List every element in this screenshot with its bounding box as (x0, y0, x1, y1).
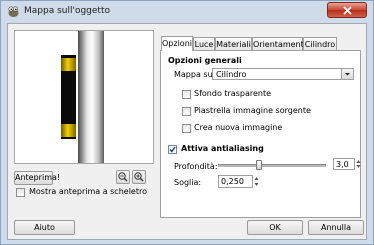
threshold-spinbox[interactable]: 0,250 (218, 175, 253, 188)
threshold-spin-arrows[interactable] (254, 175, 259, 188)
preview-button[interactable]: Anteprima! (14, 171, 60, 185)
cylinder-preview-image (61, 31, 104, 163)
dropdown-button[interactable] (341, 69, 353, 79)
depth-spin-arrows[interactable] (356, 158, 361, 170)
map-to-value: Cilindro (216, 70, 247, 79)
tab-luce[interactable]: Luce (193, 37, 215, 51)
spin-arrows-icon (254, 177, 259, 186)
depth-slider-thumb[interactable] (256, 160, 262, 170)
depth-value: 3,0 (336, 160, 349, 169)
preview-button-label: Anteprima! (15, 173, 61, 182)
help-button-label: Aiuto (34, 223, 55, 232)
wireframe-preview-checkbox[interactable] (16, 188, 25, 197)
close-button[interactable] (327, 2, 367, 18)
tab-opzioni[interactable]: Opzioni (161, 36, 193, 51)
window-title: Mappa sull'oggetto (24, 6, 110, 16)
zoom-in-button[interactable] (132, 170, 146, 184)
threshold-label: Soglia: (174, 178, 202, 187)
gimp-app-icon (8, 6, 19, 17)
antialiasing-label: Attiva antialiasing (181, 144, 264, 153)
create-new-image-label: Crea nuova immagine (194, 123, 283, 132)
transparent-background-label: Sfondo trasparente (194, 89, 272, 98)
cancel-button[interactable]: Annulla (308, 220, 364, 235)
threshold-value: 0,250 (221, 177, 244, 186)
title-bar: Mappa sull'oggetto (1, 1, 373, 22)
antialiasing-checkbox[interactable] (168, 145, 177, 154)
tile-source-image-checkbox[interactable] (182, 107, 191, 116)
zoom-in-icon (134, 172, 144, 182)
tile-source-image-label: Piastrella immagine sorgente (194, 106, 311, 115)
transparent-background-checkbox[interactable] (182, 90, 191, 99)
depth-slider[interactable] (218, 160, 326, 170)
dialog-window: Mappa sull'oggetto Anteprima! Mostra ant… (0, 0, 374, 245)
wireframe-preview-label: Mostra anteprima a scheletro (29, 187, 147, 196)
general-options-heading: Opzioni generali (168, 56, 242, 65)
create-new-image-checkbox[interactable] (182, 124, 191, 133)
depth-label: Profondità: (174, 162, 218, 171)
map-to-label: Mappa su: (174, 70, 216, 79)
map-to-select[interactable]: Cilindro (212, 68, 354, 80)
tab-materiali[interactable]: Materiali (215, 37, 252, 51)
help-button[interactable]: Aiuto (14, 220, 75, 235)
zoom-out-icon (118, 172, 128, 182)
ok-button-label: OK (269, 223, 281, 232)
tab-cilindro[interactable]: Cilindro (303, 37, 337, 51)
checkmark-icon (169, 146, 176, 153)
options-panel: Opzioni generali Mappa su: Cilindro Sfon… (160, 50, 361, 218)
tab-orientamento[interactable]: Orientamento (252, 37, 309, 51)
chevron-down-icon (345, 73, 350, 76)
spin-arrows-icon (356, 160, 361, 168)
depth-spinbox[interactable]: 3,0 (333, 158, 355, 170)
preview-area (14, 30, 154, 164)
ok-button[interactable]: OK (247, 220, 303, 235)
dialog-client-area: Anteprima! Mostra anteprima a scheletro … (7, 23, 367, 240)
zoom-out-button[interactable] (116, 170, 130, 184)
close-icon (343, 6, 352, 15)
cancel-button-label: Annulla (320, 223, 352, 232)
depth-slider-track (218, 164, 326, 167)
